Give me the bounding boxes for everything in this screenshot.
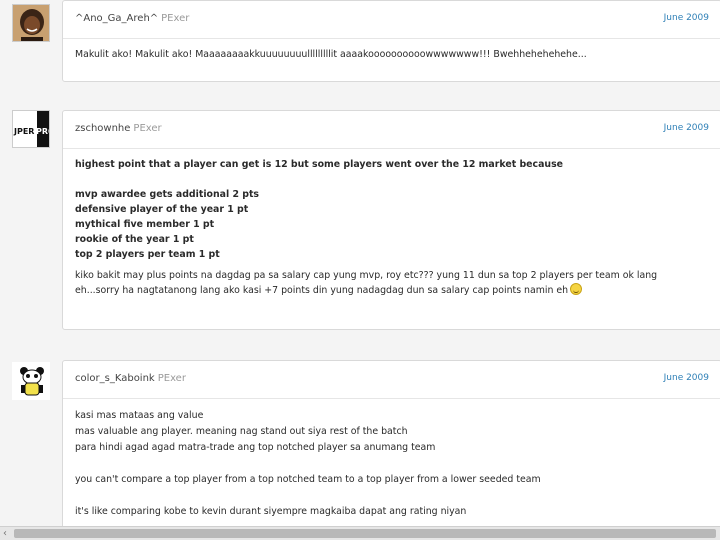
post-text-line: mvp awardee gets additional 2 pts xyxy=(75,189,260,200)
post-text-line: mas valuable ang player. meaning nag sta… xyxy=(75,426,408,437)
post-text-line: top 2 players per team 1 pt xyxy=(75,249,220,260)
user-photo-icon xyxy=(13,5,49,41)
post-text-line: kasi mas mataas ang value xyxy=(75,410,204,421)
post-header: ^Ano_Ga_Areh^ PExer June 2009 xyxy=(63,1,720,39)
post-card: color_s_Kaboink PExer June 2009 kasi mas … xyxy=(62,360,720,530)
post-body: highest point that a player can get is 1… xyxy=(63,149,720,262)
username[interactable]: zschownhe PExer xyxy=(75,123,162,134)
post-card: zschownhe PExer June 2009 highest point t… xyxy=(62,110,720,330)
svg-text:JPER: JPER xyxy=(13,127,34,136)
post-text-line: highest point that a player can get is 1… xyxy=(75,159,564,170)
username-text[interactable]: zschownhe xyxy=(75,123,130,134)
post-text-line: eh...sorry ha nagtatanong lang ako kasi … xyxy=(75,283,709,298)
horizontal-scrollbar[interactable]: ‹ xyxy=(0,526,720,540)
post-date[interactable]: June 2009 xyxy=(664,373,709,383)
avatar[interactable]: JPER PRO xyxy=(12,110,50,148)
avatar[interactable] xyxy=(12,4,50,42)
username[interactable]: color_s_Kaboink PExer xyxy=(75,373,186,384)
post-text-line: para hindi agad agad matra-trade ang top… xyxy=(75,442,436,453)
user-role: PExer xyxy=(157,373,186,384)
post-body-reply: kiko bakit may plus points na dagdag pa … xyxy=(63,262,720,298)
user-role: PExer xyxy=(133,123,162,134)
username-text[interactable]: ^Ano_Ga_Areh^ xyxy=(75,13,158,24)
post-card: ^Ano_Ga_Areh^ PExer June 2009 Makulit ako… xyxy=(62,0,720,82)
post-body: kasi mas mataas ang value mas valuable a… xyxy=(63,399,720,520)
svg-text:PRO: PRO xyxy=(36,127,50,136)
jperprox-logo-icon: JPER PRO xyxy=(13,111,50,147)
user-role: PExer xyxy=(161,13,190,24)
post-text-line: you can't compare a top player from a to… xyxy=(75,474,541,485)
username[interactable]: ^Ano_Ga_Areh^ PExer xyxy=(75,13,189,24)
username-text[interactable]: color_s_Kaboink xyxy=(75,373,155,384)
post-header: zschownhe PExer June 2009 xyxy=(63,111,720,149)
post-text-line: kiko bakit may plus points na dagdag pa … xyxy=(75,270,658,281)
post-text-line: it's like comparing kobe to kevin durant… xyxy=(75,506,467,517)
post-body: Makulit ako! Makulit ako! Maaaaaaaakkuuu… xyxy=(63,39,720,62)
post-header: color_s_Kaboink PExer June 2009 xyxy=(63,361,720,399)
avatar[interactable] xyxy=(12,362,50,400)
post-text-line: Makulit ako! Makulit ako! Maaaaaaaakkuuu… xyxy=(75,49,587,60)
post-text-line: defensive player of the year 1 pt xyxy=(75,204,249,215)
smiley-icon xyxy=(570,283,583,295)
post-text-line: rookie of the year 1 pt xyxy=(75,234,194,245)
post-date[interactable]: June 2009 xyxy=(664,13,709,23)
post-date[interactable]: June 2009 xyxy=(664,123,709,133)
scroll-left-arrow-icon[interactable]: ‹ xyxy=(3,527,7,540)
scrollbar-thumb[interactable] xyxy=(14,529,716,538)
panda-icon xyxy=(13,363,49,399)
post-text-span: eh...sorry ha nagtatanong lang ako kasi … xyxy=(75,285,569,296)
post-text-line: mythical five member 1 pt xyxy=(75,219,215,230)
